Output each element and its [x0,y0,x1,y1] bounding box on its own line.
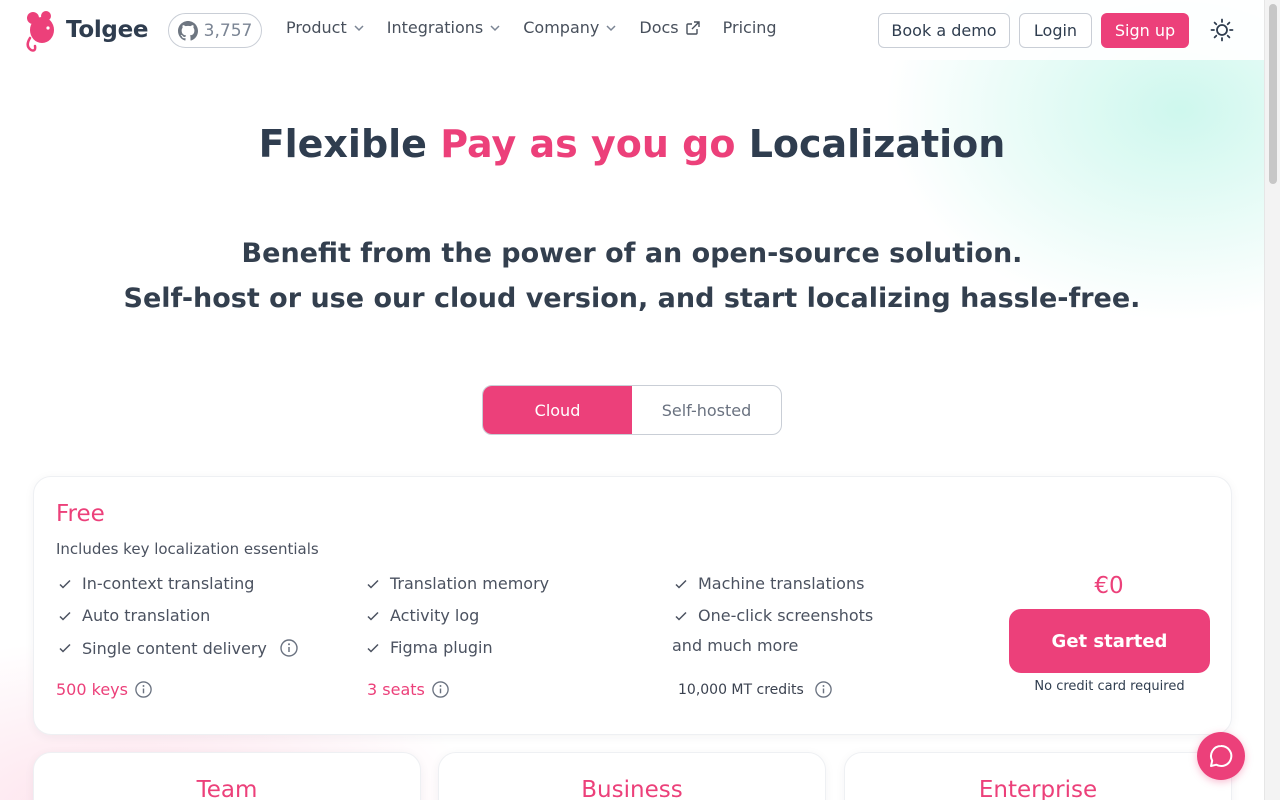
chevron-down-icon [606,24,616,31]
nav-pricing[interactable]: Pricing [723,18,777,37]
enterprise-plan-card: Enterprise [844,752,1232,800]
main-nav: Product Integrations Company Docs Pricin… [286,18,799,37]
team-plan-name: Team [196,777,258,800]
get-started-button[interactable]: Get started [1009,609,1210,673]
check-icon [59,643,71,653]
check-icon [675,579,687,589]
chat-bubble-icon [1210,744,1233,767]
feature-item: In-context translating [58,574,254,593]
github-stars-button[interactable]: 3,757 [168,13,262,48]
github-icon [177,20,198,41]
no-credit-card-note: No credit card required [1034,679,1185,694]
feature-item: Figma plugin [366,638,493,657]
feature-label: Single content delivery [82,638,267,658]
plan-price: €0 [1094,573,1124,599]
feature-item: Translation memory [366,574,549,593]
feature-label: Translation memory [390,574,550,593]
tab-cloud[interactable]: Cloud [483,386,632,434]
title-part-2: Localization [748,122,1006,166]
plan-name: Free [56,501,105,527]
feature-item: Auto translation [58,606,210,625]
business-plan-card: Business [438,752,826,800]
team-plan-card: Team [33,752,421,800]
hosting-toggle: Cloud Self-hosted [482,385,782,435]
feature-item: Single content delivery [58,638,299,658]
nav-company[interactable]: Company [523,18,617,37]
chevron-down-icon [490,24,500,31]
nav-company-label: Company [523,18,600,37]
nav-product[interactable]: Product [286,18,365,37]
feature-label: Auto translation [82,606,211,625]
more-features-text: and much more [672,636,799,655]
top-navbar: Tolgee 3,757 Product Integrations Compan… [0,0,1264,60]
signup-button[interactable]: Sign up [1101,13,1189,48]
chevron-down-icon [354,24,364,31]
check-icon [675,611,687,621]
feature-label: In-context translating [82,574,255,593]
nav-docs-label: Docs [639,18,679,37]
check-icon [59,611,71,621]
feature-item: Activity log [366,606,479,625]
page-title: Flexible Pay as you go Localization [0,122,1264,166]
external-link-icon [685,20,700,35]
plan-description: Includes key localization essentials [56,540,319,558]
business-plan-name: Business [581,777,683,800]
mt-credits-label: 10,000 MT credits [678,681,804,698]
tab-self-hosted[interactable]: Self-hosted [632,386,781,434]
keys-limit-label: 500 keys [56,680,128,699]
page-scrollbar[interactable] [1264,0,1280,800]
check-icon [367,611,379,621]
nav-integrations-label: Integrations [386,18,484,37]
enterprise-plan-name: Enterprise [978,777,1098,800]
nav-pricing-label: Pricing [722,18,777,37]
check-icon [367,579,379,589]
feature-label: One-click screenshots [698,606,874,625]
feature-item: One-click screenshots [674,606,873,625]
info-icon[interactable] [134,680,153,699]
free-plan-card: Free Includes key localization essential… [33,476,1232,735]
title-accent: Pay as you go [440,122,736,166]
info-icon[interactable] [279,638,299,658]
logo[interactable]: Tolgee [22,8,148,52]
github-star-count: 3,757 [203,20,253,41]
info-icon[interactable] [431,680,450,699]
seats-limit-label: 3 seats [367,680,425,699]
info-icon[interactable] [814,680,833,699]
scrollbar-thumb[interactable] [1269,4,1277,184]
nav-docs[interactable]: Docs [639,18,700,37]
nav-integrations[interactable]: Integrations [387,18,502,37]
subtitle-line-1: Benefit from the power of an open-source… [241,238,1023,269]
title-part-1: Flexible [258,122,427,166]
seats-limit: 3 seats [367,680,450,699]
brand-name: Tolgee [66,17,149,43]
book-demo-button[interactable]: Book a demo [878,13,1010,48]
mt-credits-limit: 10,000 MT credits [678,680,833,699]
chat-widget-button[interactable] [1197,732,1245,780]
feature-label: Machine translations [698,574,865,593]
feature-item: Machine translations [674,574,864,593]
check-icon [59,579,71,589]
tolgee-mouse-logo-icon [26,11,54,52]
nav-product-label: Product [286,18,347,37]
check-icon [367,643,379,653]
feature-label: Figma plugin [390,638,493,657]
login-button[interactable]: Login [1019,13,1092,48]
keys-limit: 500 keys [56,680,153,699]
feature-label: Activity log [390,606,480,625]
sun-icon[interactable] [1210,18,1234,42]
subtitle-line-2: Self-host or use our cloud version, and … [123,283,1141,314]
